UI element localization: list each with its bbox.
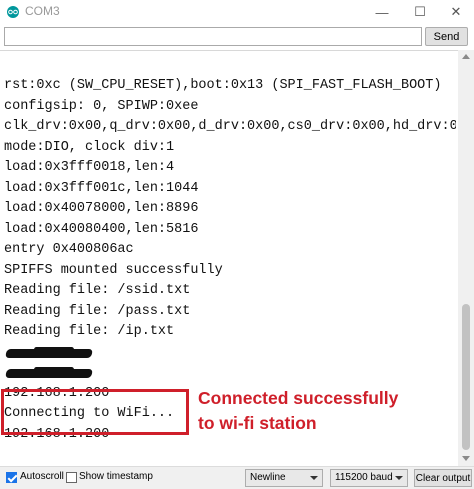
line-ending-value: Newline	[250, 472, 286, 483]
scroll-up-icon[interactable]	[462, 54, 470, 59]
redacted-line	[4, 343, 456, 364]
chevron-down-icon	[395, 476, 403, 480]
autoscroll-checkbox[interactable]	[6, 472, 17, 483]
maximize-button[interactable]: ☐	[400, 0, 440, 24]
annotation-highlight-box	[1, 389, 189, 435]
minimize-button[interactable]: —	[362, 0, 402, 24]
chevron-down-icon	[310, 476, 318, 480]
bottom-toolbar: Autoscroll Show timestamp Newline 115200…	[0, 466, 474, 489]
output-line: load:0x3fff001c,len:1044	[4, 180, 199, 196]
output-line: configsip: 0, SPIWP:0xee	[4, 98, 199, 114]
output-line: Reading file: /ssid.txt	[4, 283, 191, 298]
serial-send-input[interactable]	[4, 27, 422, 46]
annotation-text: Connected successfully to wi-fi station	[198, 386, 438, 436]
clear-output-button[interactable]: Clear output	[414, 469, 472, 487]
timestamp-checkbox[interactable]	[66, 472, 77, 483]
output-line: SPIFFS mounted successfully	[4, 262, 223, 278]
autoscroll-label[interactable]: Autoscroll	[20, 471, 64, 482]
scroll-down-icon[interactable]	[462, 456, 470, 461]
annotation-line: to wi-fi station	[198, 413, 317, 433]
title-bar: COM3 — ☐ ✕	[0, 0, 474, 24]
output-line: mode:DIO, clock div:1	[4, 139, 175, 155]
output-line: entry 0x400806ac	[4, 242, 134, 257]
annotation-line: Connected successfully	[198, 388, 399, 408]
scroll-thumb[interactable]	[462, 304, 470, 450]
output-line: clk_drv:0x00,q_drv:0x00,d_drv:0x00,cs0_d…	[4, 119, 456, 134]
output-line: Reading file: /ip.txt	[4, 324, 175, 339]
line-ending-select[interactable]: Newline	[245, 469, 323, 487]
output-line: Reading file: /pass.txt	[4, 303, 191, 319]
send-button[interactable]: Send	[425, 27, 468, 46]
output-line: rst:0xc (SW_CPU_RESET),boot:0x13 (SPI_FA…	[4, 78, 442, 93]
output-line: load:0x40080400,len:5816	[4, 221, 199, 237]
arduino-logo-icon	[7, 6, 19, 18]
baud-rate-value: 115200 baud	[335, 472, 393, 483]
baud-rate-select[interactable]: 115200 baud	[330, 469, 408, 487]
output-scrollbar[interactable]	[458, 50, 474, 466]
output-line: load:0x3fff0018,len:4	[4, 160, 175, 175]
output-line: load:0x40078000,len:8896	[4, 201, 199, 216]
close-button[interactable]: ✕	[436, 0, 474, 24]
redacted-line	[4, 363, 456, 384]
window-title: COM3	[25, 4, 60, 18]
timestamp-label[interactable]: Show timestamp	[79, 471, 153, 482]
